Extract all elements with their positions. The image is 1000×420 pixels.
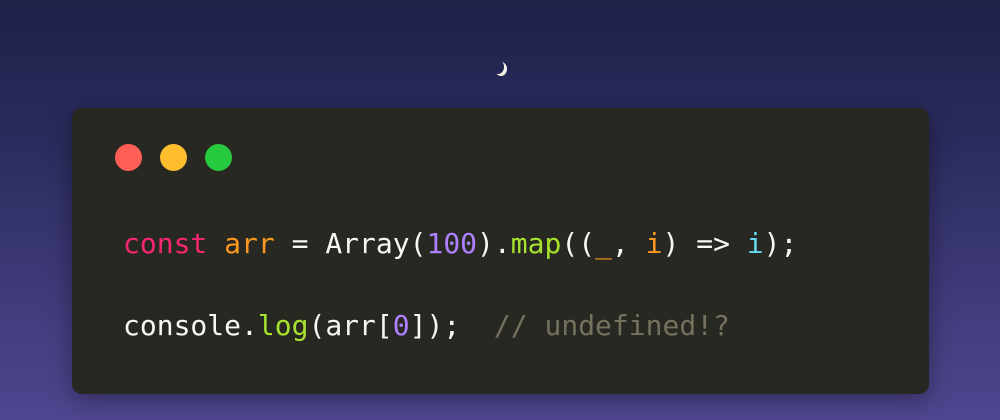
code-window: const arr = Array(100).map((_, i) => i);…	[72, 108, 929, 394]
crescent-moon-icon	[492, 60, 504, 76]
param-i: i	[645, 227, 663, 260]
paren-open: (	[308, 309, 326, 342]
number-0: 0	[392, 309, 410, 342]
moon-shape	[492, 60, 504, 74]
dot-operator: .	[241, 309, 258, 342]
variable-arr: arr	[224, 227, 275, 260]
keyword-const: const	[123, 227, 208, 260]
number-100: 100	[426, 227, 478, 260]
code-line-1: const arr = Array(100).map((_, i) => i);	[123, 227, 797, 261]
statement-end: );	[763, 227, 798, 260]
console-object: console	[123, 309, 242, 342]
param-underscore: _	[595, 227, 612, 260]
window-controls	[115, 144, 232, 171]
paren-open: (	[409, 227, 427, 260]
comma: ,	[611, 227, 646, 260]
comment-undefined: // undefined!?	[493, 309, 730, 342]
return-i: i	[746, 227, 764, 260]
bracket-open: [	[375, 309, 393, 342]
function-log: log	[257, 309, 309, 342]
parens-open: ((	[561, 227, 596, 260]
zoom-dot[interactable]	[205, 144, 232, 171]
arr-reference: arr	[325, 309, 376, 342]
assign-operator: =	[274, 227, 326, 260]
arrow-operator: ) =>	[662, 227, 747, 260]
function-map: map	[510, 227, 562, 260]
paren-close-dot: ).	[477, 227, 511, 260]
statement-close: ]);	[409, 309, 461, 342]
minimize-dot[interactable]	[160, 144, 187, 171]
close-dot[interactable]	[115, 144, 142, 171]
code-line-2: console.log(arr[0]); // undefined!?	[123, 309, 730, 343]
array-constructor: Array	[325, 227, 410, 260]
